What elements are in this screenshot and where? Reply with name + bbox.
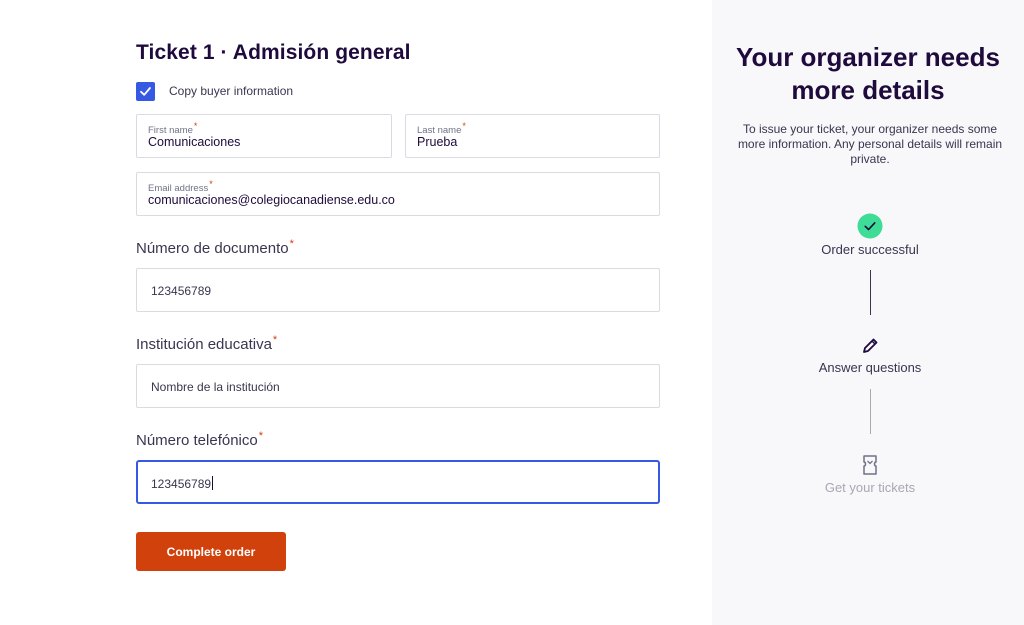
document-number-value: 123456789	[151, 284, 212, 298]
sidebar-title: Your organizer needs more details	[736, 42, 1000, 105]
first-name-value: Comunicaciones	[148, 135, 241, 149]
progress-sidebar: Your organizer needs more details To iss…	[712, 0, 1024, 625]
text-caret	[212, 476, 214, 490]
required-asterisk: *	[193, 121, 198, 131]
copy-buyer-row[interactable]: Copy buyer information	[136, 81, 293, 101]
step-order-successful: Order successful	[821, 242, 919, 257]
copy-buyer-checkbox[interactable]	[136, 81, 155, 101]
required-asterisk: *	[289, 238, 294, 250]
institution-value: Nombre de la institución	[151, 380, 280, 394]
sidebar-description: To issue your ticket, your organizer nee…	[737, 122, 1003, 166]
ticket-icon	[861, 454, 879, 476]
email-field[interactable]: Email address* comunicaciones@colegiocan…	[136, 172, 660, 216]
ticket-title: Ticket 1 · Admisión general	[136, 41, 411, 64]
complete-order-button[interactable]: Complete order	[136, 532, 286, 571]
required-asterisk: *	[462, 121, 466, 131]
phone-number-value-wrap: 123456789	[151, 476, 214, 491]
institution-input[interactable]: Nombre de la institución	[136, 364, 660, 408]
step-get-tickets: Get your tickets	[824, 480, 916, 495]
email-label: Email address*	[148, 179, 213, 195]
copy-buyer-label: Copy buyer information	[169, 84, 294, 98]
required-asterisk: *	[209, 179, 213, 189]
email-value: comunicaciones@colegiocanadiense.edu.co	[148, 193, 395, 207]
pencil-icon	[859, 335, 881, 357]
last-name-value: Prueba	[417, 135, 458, 149]
first-name-label: First name*	[148, 121, 198, 137]
step-connector	[870, 270, 871, 315]
required-asterisk: *	[258, 430, 264, 442]
document-number-label: Número de documento*	[136, 238, 294, 257]
step-answer-questions: Answer questions	[818, 360, 922, 375]
phone-number-input[interactable]: 123456789	[136, 460, 660, 504]
required-asterisk: *	[272, 334, 278, 346]
last-name-field[interactable]: Last name* Prueba	[405, 114, 660, 158]
institution-label: Institución educativa*	[136, 334, 278, 353]
checkmark-icon	[140, 86, 151, 96]
last-name-label: Last name*	[417, 121, 466, 137]
first-name-field[interactable]: First name* Comunicaciones	[136, 114, 392, 158]
phone-number-value: 123456789	[151, 477, 212, 491]
checkout-form-panel: Ticket 1 · Admisión general Copy buyer i…	[0, 0, 712, 625]
step-connector	[870, 389, 871, 434]
check-circle-icon	[857, 213, 883, 239]
document-number-input[interactable]: 123456789	[136, 268, 660, 312]
phone-number-label: Número telefónico*	[136, 430, 264, 449]
